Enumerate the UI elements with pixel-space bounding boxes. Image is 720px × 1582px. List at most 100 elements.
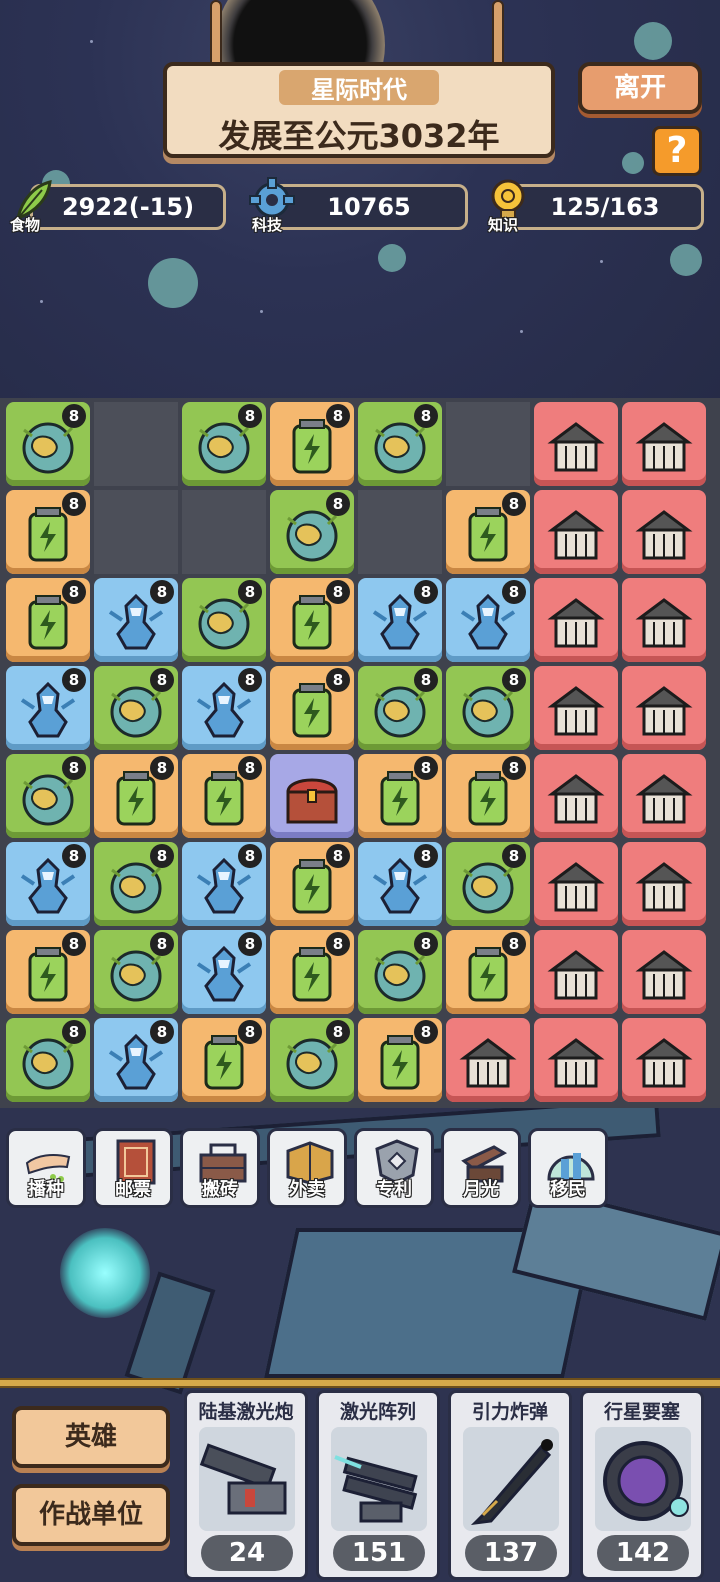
tile-battery[interactable]: 8 [446, 930, 530, 1014]
tile-level-badge: 8 [502, 668, 526, 692]
tile-lighthouse[interactable] [622, 754, 706, 838]
tile-planet[interactable]: 8 [94, 666, 178, 750]
tile-battery[interactable]: 8 [358, 1018, 442, 1102]
help-button[interactable]: ? [652, 126, 702, 176]
tile-level-badge: 8 [62, 668, 86, 692]
tile-battery[interactable]: 8 [446, 490, 530, 574]
unit-card-gravity-bomb[interactable]: 引力炸弹 137 [448, 1390, 572, 1580]
tile-planet[interactable]: 8 [270, 490, 354, 574]
forbidden-city-icon [547, 422, 605, 472]
skill-label: 搬砖 [202, 1179, 238, 1200]
skill-sowing[interactable]: 播种 [6, 1128, 86, 1208]
tile-battery[interactable]: 8 [182, 754, 266, 838]
tile-mecha[interactable]: 8 [358, 578, 442, 662]
tile-battery[interactable]: 8 [6, 578, 90, 662]
skill-moonlight[interactable]: 月光 [441, 1128, 521, 1208]
tile-battery[interactable]: 8 [270, 842, 354, 926]
space-background: 星际时代 发展至公元3032年 离开 ? 2922(-15) 食物 10765 … [0, 0, 720, 400]
tile-machu-picchu[interactable] [622, 402, 706, 486]
tile-mecha[interactable]: 8 [358, 842, 442, 926]
tile-mecha[interactable]: 8 [182, 666, 266, 750]
leave-button[interactable]: 离开 [578, 62, 702, 114]
tile-pyramid[interactable] [622, 930, 706, 1014]
unit-count: 137 [465, 1535, 557, 1571]
tile-planet[interactable]: 8 [358, 402, 442, 486]
tile-battery[interactable]: 8 [94, 754, 178, 838]
tile-planet[interactable]: 8 [94, 842, 178, 926]
food-label: 食物 [10, 216, 41, 234]
skill-delivery[interactable]: 外卖 [267, 1128, 347, 1208]
tile-scholar-statue[interactable] [534, 1018, 618, 1102]
empty-tile [94, 402, 178, 486]
tile-planet[interactable]: 8 [358, 930, 442, 1014]
gravity-bomb-icon [463, 1427, 559, 1531]
tile-level-badge: 8 [150, 932, 174, 956]
tile-planet[interactable]: 8 [6, 1018, 90, 1102]
skill-bricks[interactable]: 搬砖 [180, 1128, 260, 1208]
tile-battery[interactable]: 8 [270, 402, 354, 486]
star [520, 330, 523, 333]
tile-level-badge: 8 [238, 1020, 262, 1044]
unit-card-laser-array[interactable]: 激光阵列 151 [316, 1390, 440, 1580]
skill-label: 月光 [463, 1179, 499, 1200]
star [600, 260, 603, 263]
tile-planet[interactable]: 8 [446, 842, 530, 926]
tile-planet[interactable]: 8 [182, 402, 266, 486]
tile-great-wall[interactable] [534, 930, 618, 1014]
tile-mecha[interactable]: 8 [446, 578, 530, 662]
tile-mecha[interactable]: 8 [182, 930, 266, 1014]
tile-eiffel-tower[interactable] [622, 578, 706, 662]
unit-card-laser-cannon[interactable]: 陆基激光炮 24 [184, 1390, 308, 1580]
hero-button[interactable]: 英雄 [12, 1406, 170, 1468]
tile-planet[interactable]: 8 [358, 666, 442, 750]
tile-mecha[interactable]: 8 [182, 842, 266, 926]
tile-hanging-gardens[interactable] [622, 666, 706, 750]
gold-divider [0, 1378, 720, 1388]
tile-battery[interactable]: 8 [358, 754, 442, 838]
tile-planet[interactable]: 8 [6, 754, 90, 838]
unit-name: 陆基激光炮 [198, 1401, 294, 1423]
tile-battery[interactable]: 8 [6, 930, 90, 1014]
tile-colosseum[interactable] [534, 490, 618, 574]
tech-label: 科技 [252, 216, 283, 234]
tile-battery[interactable]: 8 [6, 490, 90, 574]
tile-statue-of-liberty[interactable] [534, 578, 618, 662]
tile-battery[interactable]: 8 [270, 930, 354, 1014]
combat-units-button[interactable]: 作战单位 [12, 1484, 170, 1546]
tile-stonehenge[interactable] [534, 666, 618, 750]
tile-level-badge: 8 [326, 932, 350, 956]
tile-temple[interactable] [622, 1018, 706, 1102]
tile-planet[interactable]: 8 [270, 1018, 354, 1102]
skill-label: 移民 [550, 1179, 586, 1200]
skill-patent[interactable]: 专利 [354, 1128, 434, 1208]
tile-battery[interactable]: 8 [446, 754, 530, 838]
hanging-gardens-icon [635, 686, 693, 736]
tile-battery[interactable]: 8 [270, 578, 354, 662]
tile-planet[interactable]: 8 [94, 930, 178, 1014]
skill-migration[interactable]: 移民 [528, 1128, 608, 1208]
tile-mecha[interactable]: 8 [6, 842, 90, 926]
tile-battery[interactable]: 8 [270, 666, 354, 750]
tile-planet[interactable]: 8 [446, 666, 530, 750]
tile-taj-mahal[interactable] [534, 842, 618, 926]
tile-level-badge: 8 [238, 844, 262, 868]
skill-stamp[interactable]: 邮票 [93, 1128, 173, 1208]
tile-zeus-statue[interactable] [622, 490, 706, 574]
tile-treasure-chest[interactable] [270, 754, 354, 838]
tile-mecha[interactable]: 8 [94, 1018, 178, 1102]
tile-terracotta-army[interactable] [446, 1018, 530, 1102]
tile-level-badge: 8 [326, 1020, 350, 1044]
tile-leaning-tower[interactable] [622, 842, 706, 926]
tile-chichen-itza[interactable] [534, 754, 618, 838]
tile-planet[interactable]: 8 [6, 402, 90, 486]
tile-battery[interactable]: 8 [182, 1018, 266, 1102]
empty-tile [182, 490, 266, 574]
tile-level-badge: 8 [414, 756, 438, 780]
tile-mecha[interactable]: 8 [6, 666, 90, 750]
unit-card-planet-fortress[interactable]: 行星要塞 142 [580, 1390, 704, 1580]
tile-planet[interactable]: 8 [182, 578, 266, 662]
zeus-statue-icon [635, 510, 693, 560]
tile-forbidden-city[interactable] [534, 402, 618, 486]
tile-level-badge: 8 [150, 844, 174, 868]
tile-mecha[interactable]: 8 [94, 578, 178, 662]
